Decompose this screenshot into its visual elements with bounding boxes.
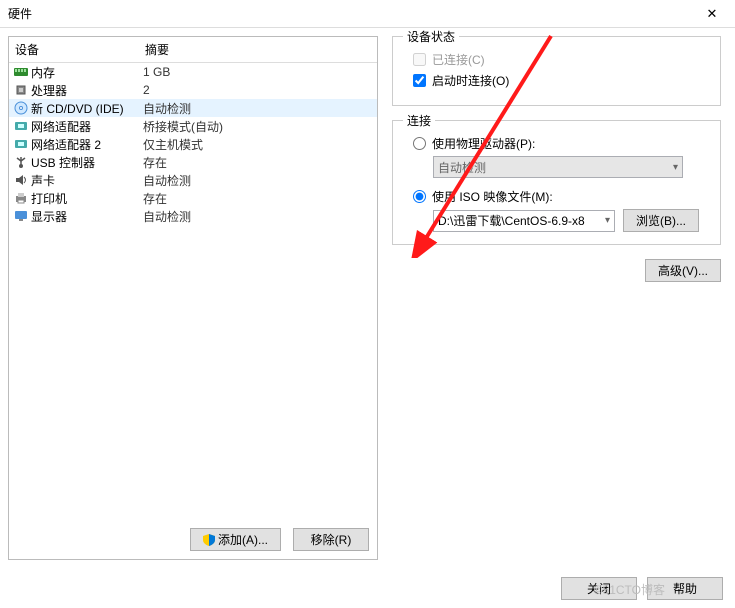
connect-start-row: 启动时连接(O) [413,72,708,89]
device-label: 处理器 [31,82,143,99]
add-button-label: 添加(A)... [218,531,268,548]
physical-drive-label: 使用物理驱动器(P): [432,135,535,152]
device-summary: 1 GB [143,65,170,79]
memory-icon [13,65,29,79]
settings-pane: 设备状态 已连接(C) 启动时连接(O) 连接 使用物理驱动器(P): 自动检测… [378,36,727,560]
device-status-title: 设备状态 [403,28,459,45]
device-label: USB 控制器 [31,154,143,171]
advanced-button-label: 高级(V)... [658,262,708,279]
iso-file-combo-row: D:\迅雷下载\CentOS-6.9-x8 ▾ 浏览(B)... [433,209,708,232]
connected-label: 已连接(C) [432,51,485,68]
device-label: 内存 [31,64,143,81]
help-button-label: 帮助 [673,580,697,597]
close-icon[interactable]: ✕ [697,4,727,24]
cpu-icon [13,83,29,97]
connected-checkbox [413,53,426,66]
advanced-button[interactable]: 高级(V)... [645,259,721,282]
physical-drive-value: 自动检测 [438,159,486,176]
hardware-pane: 设备 摘要 内存1 GB处理器2新 CD/DVD (IDE)自动检测网络适配器桥… [8,36,378,560]
window-title: 硬件 [8,5,32,22]
remove-button-label: 移除(R) [311,531,352,548]
title-bar: 硬件 ✕ [0,0,735,28]
nic-icon [13,119,29,133]
col-device: 设备 [15,41,145,58]
table-row[interactable]: 内存1 GB [9,63,377,81]
sound-icon [13,173,29,187]
display-icon [13,209,29,223]
connection-group: 连接 使用物理驱动器(P): 自动检测 ▾ 使用 ISO 映像文件(M): D:… [392,120,721,245]
device-label: 打印机 [31,190,143,207]
hardware-list[interactable]: 内存1 GB处理器2新 CD/DVD (IDE)自动检测网络适配器桥接模式(自动… [9,63,377,520]
physical-drive-combo-row: 自动检测 ▾ [433,156,708,178]
watermark: ©51CTO博客 [594,581,665,598]
dialog-content: 设备 摘要 内存1 GB处理器2新 CD/DVD (IDE)自动检测网络适配器桥… [0,28,735,568]
usb-icon [13,155,29,169]
device-summary: 自动检测 [143,100,191,117]
hardware-header: 设备 摘要 [9,37,377,63]
device-label: 网络适配器 [31,118,143,135]
device-summary: 自动检测 [143,208,191,225]
device-summary: 2 [143,83,150,97]
physical-drive-combo: 自动检测 ▾ [433,156,683,178]
device-label: 网络适配器 2 [31,136,143,153]
advanced-row: 高级(V)... [392,259,721,282]
nic-icon [13,137,29,151]
device-summary: 桥接模式(自动) [143,118,223,135]
iso-file-label: 使用 ISO 映像文件(M): [432,188,553,205]
left-button-bar: 添加(A)... 移除(R) [9,520,377,559]
printer-icon [13,191,29,205]
iso-file-row: 使用 ISO 映像文件(M): [413,188,708,205]
table-row[interactable]: USB 控制器存在 [9,153,377,171]
connection-title: 连接 [403,112,435,129]
connected-row: 已连接(C) [413,51,708,68]
remove-button[interactable]: 移除(R) [293,528,369,551]
connect-start-label: 启动时连接(O) [432,72,509,89]
table-row[interactable]: 打印机存在 [9,189,377,207]
disc-icon [13,101,29,115]
browse-button-label: 浏览(B)... [636,212,686,229]
device-label: 显示器 [31,208,143,225]
physical-drive-row: 使用物理驱动器(P): [413,135,708,152]
table-row[interactable]: 处理器2 [9,81,377,99]
table-row[interactable]: 显示器自动检测 [9,207,377,225]
table-row[interactable]: 网络适配器 2仅主机模式 [9,135,377,153]
browse-button[interactable]: 浏览(B)... [623,209,699,232]
device-status-group: 设备状态 已连接(C) 启动时连接(O) [392,36,721,106]
iso-file-radio[interactable] [413,190,426,203]
iso-file-value: D:\迅雷下载\CentOS-6.9-x8 [438,212,585,229]
device-summary: 自动检测 [143,172,191,189]
col-summary: 摘要 [145,41,169,58]
add-button[interactable]: 添加(A)... [190,528,281,551]
device-label: 新 CD/DVD (IDE) [31,100,143,117]
device-label: 声卡 [31,172,143,189]
device-summary: 仅主机模式 [143,136,203,153]
table-row[interactable]: 声卡自动检测 [9,171,377,189]
iso-file-combo[interactable]: D:\迅雷下载\CentOS-6.9-x8 ▾ [433,210,615,232]
chevron-down-icon: ▾ [673,162,678,173]
physical-drive-radio[interactable] [413,137,426,150]
table-row[interactable]: 网络适配器桥接模式(自动) [9,117,377,135]
device-summary: 存在 [143,190,167,207]
table-row[interactable]: 新 CD/DVD (IDE)自动检测 [9,99,377,117]
connect-start-checkbox[interactable] [413,74,426,87]
shield-icon [203,534,215,546]
device-summary: 存在 [143,154,167,171]
chevron-down-icon[interactable]: ▾ [605,215,610,226]
